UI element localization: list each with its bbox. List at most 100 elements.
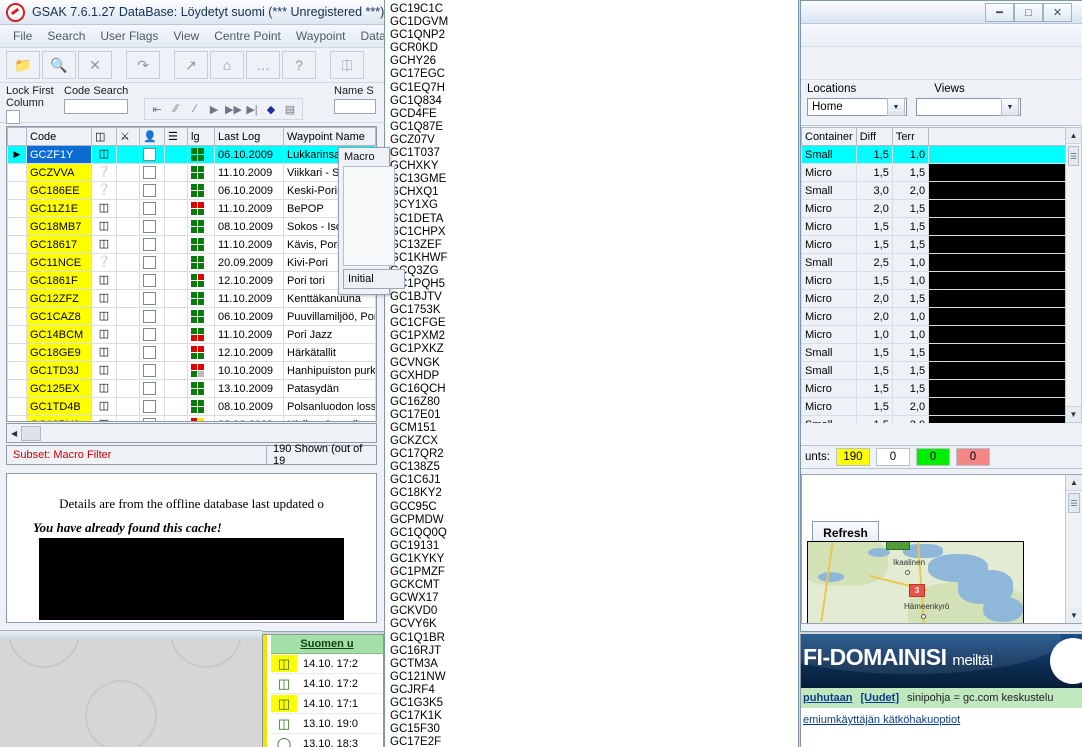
cell-waypoint-name[interactable]: Pori Jazz	[283, 325, 376, 344]
list-item[interactable]: GC16RJT	[390, 645, 798, 658]
table-row[interactable]: Micro 1,5 1,5	[801, 235, 1082, 254]
cell-bug[interactable]	[116, 361, 140, 380]
filter-arrow-icon[interactable]: ↗	[174, 51, 208, 79]
prev-multi-icon[interactable]: ∕∕	[168, 103, 184, 115]
cell-cache-type-icon[interactable]: ◫	[91, 199, 117, 218]
col-waypoint-name[interactable]: Waypoint Name	[283, 127, 376, 146]
grid-horizontal-scrollbar[interactable]: ◀	[6, 423, 377, 443]
cell-found-checkbox[interactable]	[139, 181, 165, 200]
list-item[interactable]: ◫ 14.10. 17:2	[271, 654, 383, 674]
table-row[interactable]: Small 1,5 1,5	[801, 343, 1082, 362]
cell-code[interactable]: GC125EX	[26, 379, 92, 398]
list-item[interactable]: GCXHDP	[390, 370, 798, 383]
list-item[interactable]: GCKZCX	[390, 435, 798, 448]
cut-scissors-icon[interactable]: ✕	[78, 51, 112, 79]
list-item[interactable]: GCZ07V	[390, 134, 798, 147]
col-last-log[interactable]: Last Log	[214, 127, 284, 146]
attribute-grid-scrollbar[interactable]: ▲ ☰ ▼	[1065, 127, 1082, 423]
export-icon[interactable]: ⎅	[330, 51, 364, 79]
table-row[interactable]: GC1CAZ8 ◫ 06.10.2009 Puuvillamiljöö, Pori	[7, 307, 376, 326]
cell-note[interactable]	[164, 181, 188, 200]
table-row[interactable]: GC12ZFZ ◫ 11.10.2009 Kenttäkanuuna	[7, 289, 376, 308]
cell-code[interactable]: GC11Z1E	[26, 199, 92, 218]
table-row[interactable]: Micro 2,0 1,0	[801, 307, 1082, 326]
table-row[interactable]: Micro 1,5 1,0	[801, 271, 1082, 290]
cell-cache-type-icon[interactable]: ❔	[91, 163, 117, 182]
list-item[interactable]: GC17QR2	[390, 448, 798, 461]
locations-dropdown[interactable]: Home ▼	[807, 98, 907, 116]
cell-container[interactable]: Small	[801, 253, 857, 272]
list-item[interactable]: GCD4FE	[390, 108, 798, 121]
col-terrain[interactable]: Terr	[891, 127, 930, 146]
list-item[interactable]: GCVY6K	[390, 618, 798, 631]
cell-waypoint-name[interactable]: Patasydän	[283, 379, 376, 398]
cell-found-checkbox[interactable]	[139, 307, 165, 326]
row-marker[interactable]	[7, 199, 27, 218]
row-marker[interactable]	[7, 271, 27, 290]
cell-note[interactable]	[164, 217, 188, 236]
list-item[interactable]: GC1Q87E	[390, 121, 798, 134]
cell-difficulty[interactable]: 1,5	[855, 163, 893, 182]
cell-cache-type-icon[interactable]: ❔	[91, 253, 117, 272]
list-item[interactable]: GC1T037	[390, 147, 798, 160]
cell-container[interactable]: Micro	[801, 199, 857, 218]
cell-bug[interactable]	[116, 217, 140, 236]
table-row[interactable]: GC11NCE ❔ 20.09.2009 Kivi-Pori	[7, 253, 376, 272]
table-row[interactable]: GC1TD4B ◫ 08.10.2009 Polsanluodon lossi	[7, 397, 376, 416]
scroll-down-icon[interactable]: ▼	[1066, 406, 1081, 422]
macro-initial-button[interactable]: Initial	[343, 269, 405, 289]
table-row[interactable]: Small 1,5 1,0	[801, 145, 1082, 164]
list-item[interactable]: GC1EQ7H	[390, 82, 798, 95]
cell-bug[interactable]	[116, 325, 140, 344]
map-cache-pin[interactable]: 3	[909, 584, 925, 597]
list-item[interactable]: GCKVD0	[390, 605, 798, 618]
cell-code[interactable]: GC1861F	[26, 271, 92, 290]
cell-last-log[interactable]: 10.10.2009	[214, 361, 284, 380]
cell-bug[interactable]	[116, 253, 140, 272]
open-folder-icon[interactable]: 📁	[6, 51, 40, 79]
list-item[interactable]: GC1G3K5	[390, 697, 798, 710]
cell-waypoint-name[interactable]: Ulvilan rippusilta	[283, 415, 376, 421]
code-list-window[interactable]: GC19C1C GC1DGVM GC1QNP2 GCR0KD GCHY26 GC17EGC…	[384, 0, 799, 747]
table-row[interactable]: Small 1,5 1,5	[801, 361, 1082, 380]
row-marker[interactable]	[7, 343, 27, 362]
list-item[interactable]: ◫ 14.10. 17:1	[271, 694, 383, 714]
row-marker[interactable]	[7, 325, 27, 344]
cell-cache-type-icon[interactable]: ◫	[91, 361, 117, 380]
list-item[interactable]: GC1753K	[390, 304, 798, 317]
chevron-down-icon[interactable]: ▼	[887, 98, 905, 116]
cell-last-log[interactable]: 06.10.2009	[214, 307, 284, 326]
cell-last-log[interactable]: 08.10.2009	[214, 217, 284, 236]
list-item[interactable]: GC138Z5	[390, 461, 798, 474]
list-item[interactable]: GCHXKY	[390, 160, 798, 173]
cell-code[interactable]: GC18MB7	[26, 217, 92, 236]
list-item[interactable]: GCR0KD	[390, 42, 798, 55]
cell-found-checkbox[interactable]	[139, 217, 165, 236]
table-row[interactable]: GC18PY6◫ 28.08.2009Ulvilan rippusilta	[7, 415, 376, 421]
cell-container[interactable]: Micro	[801, 289, 857, 308]
menu-view[interactable]: View	[166, 27, 206, 45]
scroll-up-icon[interactable]: ▲	[1066, 128, 1081, 144]
cell-terrain[interactable]: 1,0	[891, 253, 930, 272]
scroll-up-icon[interactable]: ▲	[1066, 475, 1082, 491]
first-record-icon[interactable]: ⇤	[149, 103, 165, 116]
cell-waypoint-name[interactable]: Hanhipuiston purkki	[283, 361, 376, 380]
list-item[interactable]: GCHXQ1	[390, 186, 798, 199]
table-row[interactable]: Small1,52,0	[801, 415, 1082, 423]
list-item[interactable]: GCQ3ZG	[390, 265, 798, 278]
cell-container[interactable]: Micro	[801, 217, 857, 236]
row-marker[interactable]	[7, 163, 27, 182]
col-note-icon[interactable]: ☰	[164, 127, 188, 146]
cell-note[interactable]	[164, 379, 188, 398]
scroll-left-icon[interactable]: ◀	[11, 429, 17, 438]
list-item[interactable]: GC1C6J1	[390, 474, 798, 487]
cell-note[interactable]	[164, 145, 188, 164]
cell-found-checkbox[interactable]	[139, 145, 165, 164]
cell-cache-type-icon[interactable]: ◫	[91, 307, 117, 326]
last-record-icon[interactable]: ▶|	[244, 103, 260, 116]
cell-difficulty[interactable]: 2,0	[855, 307, 893, 326]
table-row[interactable]: Micro 1,5 1,5	[801, 163, 1082, 182]
cell-container[interactable]: Small	[801, 361, 857, 380]
list-item[interactable]: GC1BJTV	[390, 291, 798, 304]
cell-container[interactable]: Micro	[801, 271, 857, 290]
